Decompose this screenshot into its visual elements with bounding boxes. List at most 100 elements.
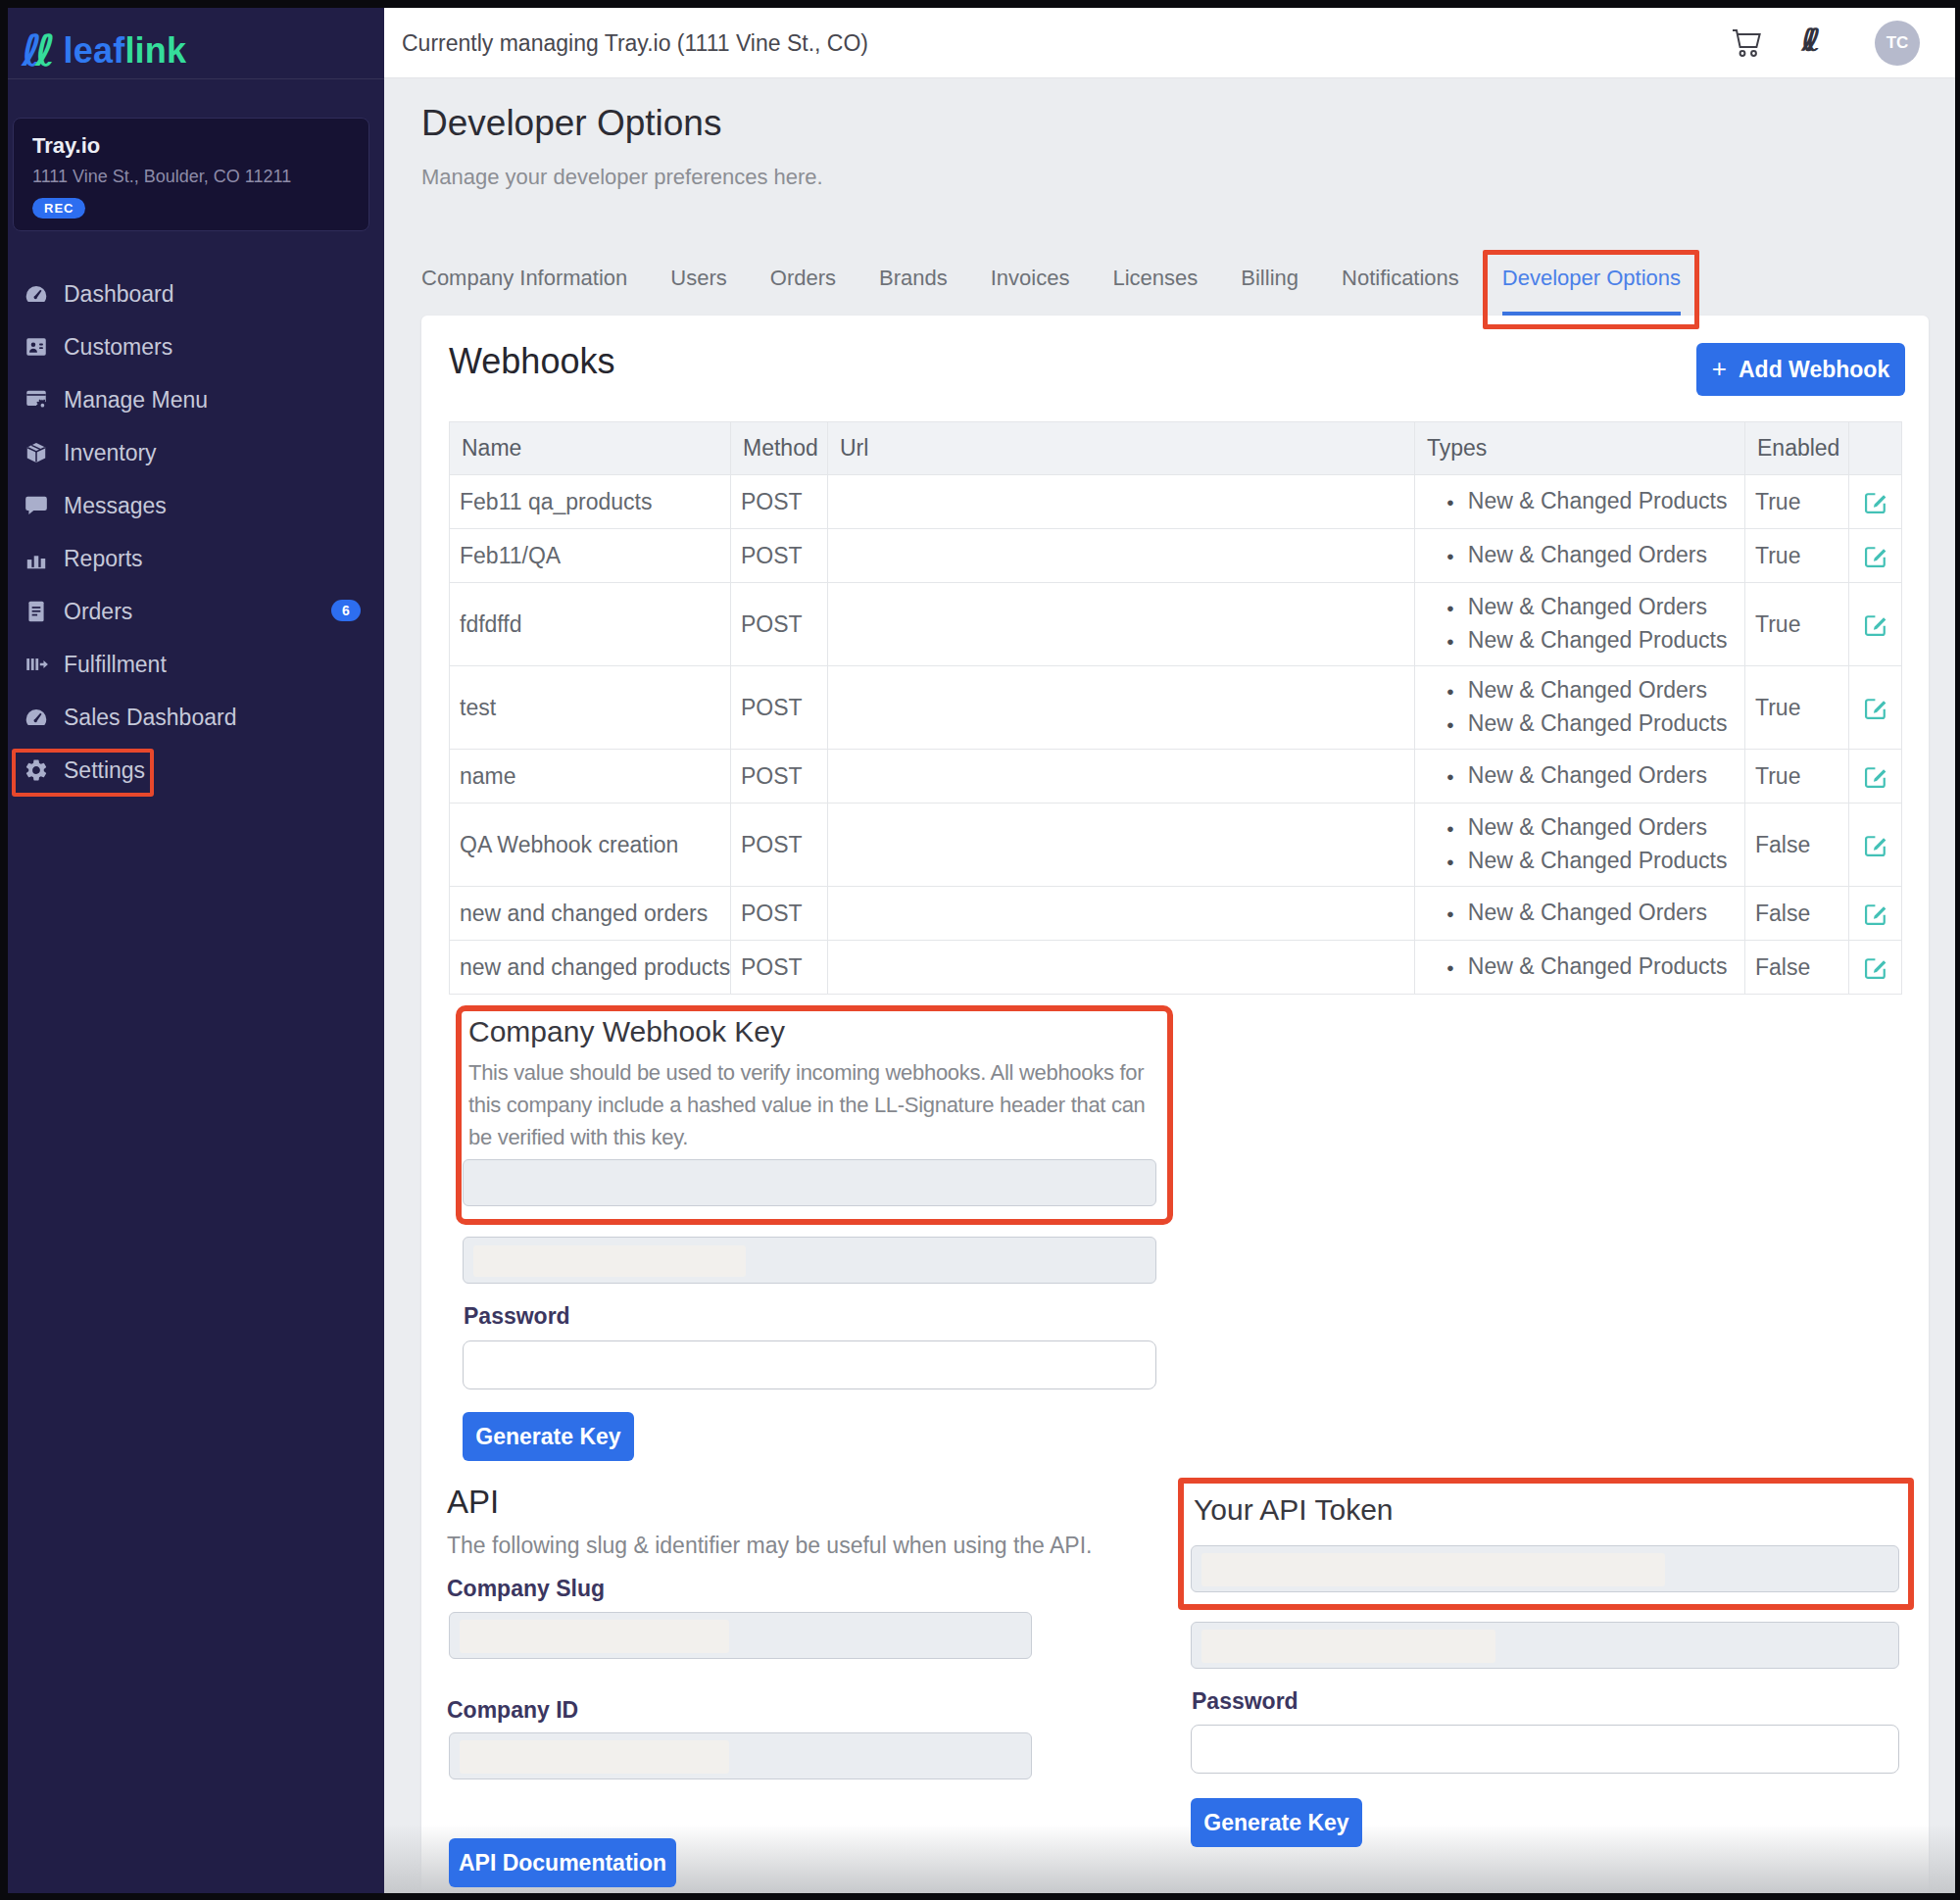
webhook-type: ●New & Changed Products <box>1446 950 1733 984</box>
sidebar-item-label: Messages <box>64 493 167 519</box>
tab-users[interactable]: Users <box>670 253 726 316</box>
webhook-url-cell <box>828 666 1415 750</box>
webhook-row: testPOST●New & Changed Orders●New & Chan… <box>450 666 1902 750</box>
sidebar-item-inventory[interactable]: Inventory <box>8 426 384 479</box>
leaflink-logo-text: leaflink <box>64 30 187 72</box>
password-label: Password <box>1192 1688 1298 1715</box>
tab-developer-options[interactable]: Developer Options <box>1502 253 1681 316</box>
generate-key-button[interactable]: Generate Key <box>1191 1798 1362 1847</box>
password-field[interactable] <box>463 1340 1156 1389</box>
sidebar-item-messages[interactable]: Messages <box>8 479 384 532</box>
webhook-row: new and changed ordersPOST ●New & Changed… <box>450 887 1902 941</box>
tab-licenses[interactable]: Licenses <box>1112 253 1198 316</box>
sidebar-item-fulfillment[interactable]: Fulfillment <box>8 638 384 691</box>
edit-webhook-icon[interactable] <box>1862 763 1889 789</box>
redacted-value <box>460 1620 729 1653</box>
column-header-Types: Types <box>1415 422 1745 475</box>
sidebar-item-reports[interactable]: Reports <box>8 532 384 585</box>
sidebar-divider <box>8 78 384 79</box>
sidebar-item-orders[interactable]: Orders6 <box>8 585 384 638</box>
tab-notifications[interactable]: Notifications <box>1342 253 1459 316</box>
page-title: Developer Options <box>421 103 721 144</box>
reports-icon <box>24 546 49 571</box>
sidebar-item-settings[interactable]: Settings <box>8 744 384 797</box>
edit-webhook-icon[interactable] <box>1862 901 1889 926</box>
edit-webhook-icon[interactable] <box>1862 543 1889 568</box>
webhook-method-cell: POST <box>731 887 828 941</box>
webhook-types-cell: ●New & Changed Orders <box>1415 529 1745 583</box>
leaflink-mark-icon[interactable]: ℓℓ <box>1801 22 1821 59</box>
tab-company-information[interactable]: Company Information <box>421 253 627 316</box>
redacted-value <box>1201 1553 1665 1586</box>
edit-webhook-icon[interactable] <box>1862 832 1889 857</box>
app-window: ℓℓ leaflink Tray.io 1111 Vine St., Bould… <box>0 0 1960 1900</box>
license-type-badge: REC <box>32 198 85 219</box>
dashboard-icon <box>24 281 49 307</box>
edit-webhook-icon[interactable] <box>1862 489 1889 514</box>
edit-webhook-icon[interactable] <box>1862 611 1889 637</box>
webhook-name-cell: Feb11/QA <box>450 529 731 583</box>
bullet-icon: ● <box>1446 717 1454 732</box>
webhook-key-secondary-field[interactable] <box>463 1237 1156 1284</box>
company-address: 1111 Vine St., Boulder, CO 11211 <box>32 167 350 187</box>
sidebar-item-manage-menu[interactable]: Manage Menu <box>8 373 384 426</box>
edit-webhook-icon[interactable] <box>1862 954 1889 980</box>
sales-dashboard-icon <box>24 705 49 730</box>
bullet-icon: ● <box>1446 549 1454 563</box>
password-field[interactable] <box>1191 1725 1899 1774</box>
webhook-method-cell: POST <box>731 666 828 750</box>
bullet-icon: ● <box>1446 854 1454 869</box>
sidebar-item-label: Customers <box>64 334 172 361</box>
webhook-url-cell <box>828 804 1415 887</box>
webhook-types-cell: ●New & Changed Orders●New & Changed Prod… <box>1415 666 1745 750</box>
add-webhook-button[interactable]: +Add Webhook <box>1696 343 1905 396</box>
webhooks-table: NameMethodUrlTypesEnabled Feb11 qa_produ… <box>449 421 1902 995</box>
sidebar-item-dashboard[interactable]: Dashboard <box>8 268 384 320</box>
webhook-key-field[interactable] <box>463 1159 1156 1206</box>
column-header-Name: Name <box>450 422 731 475</box>
company-card[interactable]: Tray.io 1111 Vine St., Boulder, CO 11211… <box>13 118 369 231</box>
tab-orders[interactable]: Orders <box>770 253 836 316</box>
webhook-types-cell: ●New & Changed Orders <box>1415 887 1745 941</box>
api-description: The following slug & identifier may be u… <box>447 1533 1092 1559</box>
webhook-method-cell: POST <box>731 941 828 995</box>
webhook-enabled-cell: True <box>1745 529 1849 583</box>
webhook-method-cell: POST <box>731 475 828 529</box>
webhook-enabled-cell: True <box>1745 583 1849 666</box>
webhook-method-cell: POST <box>731 750 828 804</box>
generate-key-button[interactable]: Generate Key <box>463 1412 634 1461</box>
cart-icon[interactable] <box>1729 24 1766 62</box>
webhook-row: Feb11 qa_productsPOST ●New & Changed Prod… <box>450 475 1902 529</box>
webhook-type: ●New & Changed Products <box>1446 485 1733 518</box>
webhook-type: ●New & Changed Orders <box>1446 811 1733 845</box>
column-header-Url: Url <box>828 422 1415 475</box>
webhook-row: Feb11/QAPOST●New & Changed OrdersTrue <box>450 529 1902 583</box>
webhook-key-description: This value should be used to verify inco… <box>468 1056 1164 1153</box>
tab-brands[interactable]: Brands <box>879 253 948 316</box>
edit-webhook-icon[interactable] <box>1862 695 1889 720</box>
webhook-name-cell: new and changed orders <box>450 887 731 941</box>
bullet-icon: ● <box>1446 634 1454 649</box>
api-token-field[interactable] <box>1191 1545 1899 1592</box>
bullet-icon: ● <box>1446 769 1454 784</box>
webhook-edit-cell <box>1849 583 1902 666</box>
api-token-secondary-field[interactable] <box>1191 1622 1899 1669</box>
company-slug-field[interactable] <box>449 1612 1032 1659</box>
webhook-name-cell: new and changed products <box>450 941 731 995</box>
tab-billing[interactable]: Billing <box>1241 253 1298 316</box>
webhook-name-cell: Feb11 qa_products <box>450 475 731 529</box>
sidebar-item-customers[interactable]: Customers <box>8 320 384 373</box>
bullet-icon: ● <box>1446 960 1454 975</box>
inventory-icon <box>24 440 49 465</box>
webhook-type: ●New & Changed Products <box>1446 624 1733 658</box>
api-heading: API <box>447 1484 499 1521</box>
sidebar-item-label: Sales Dashboard <box>64 705 236 731</box>
api-documentation-button[interactable]: API Documentation <box>449 1838 676 1887</box>
tab-invoices[interactable]: Invoices <box>991 253 1070 316</box>
column-header-actions <box>1849 422 1902 475</box>
avatar[interactable]: TC <box>1875 21 1920 66</box>
password-label: Password <box>464 1303 570 1330</box>
sidebar-item-sales-dashboard[interactable]: Sales Dashboard <box>8 691 384 744</box>
webhook-edit-cell <box>1849 666 1902 750</box>
company-id-field[interactable] <box>449 1732 1032 1779</box>
